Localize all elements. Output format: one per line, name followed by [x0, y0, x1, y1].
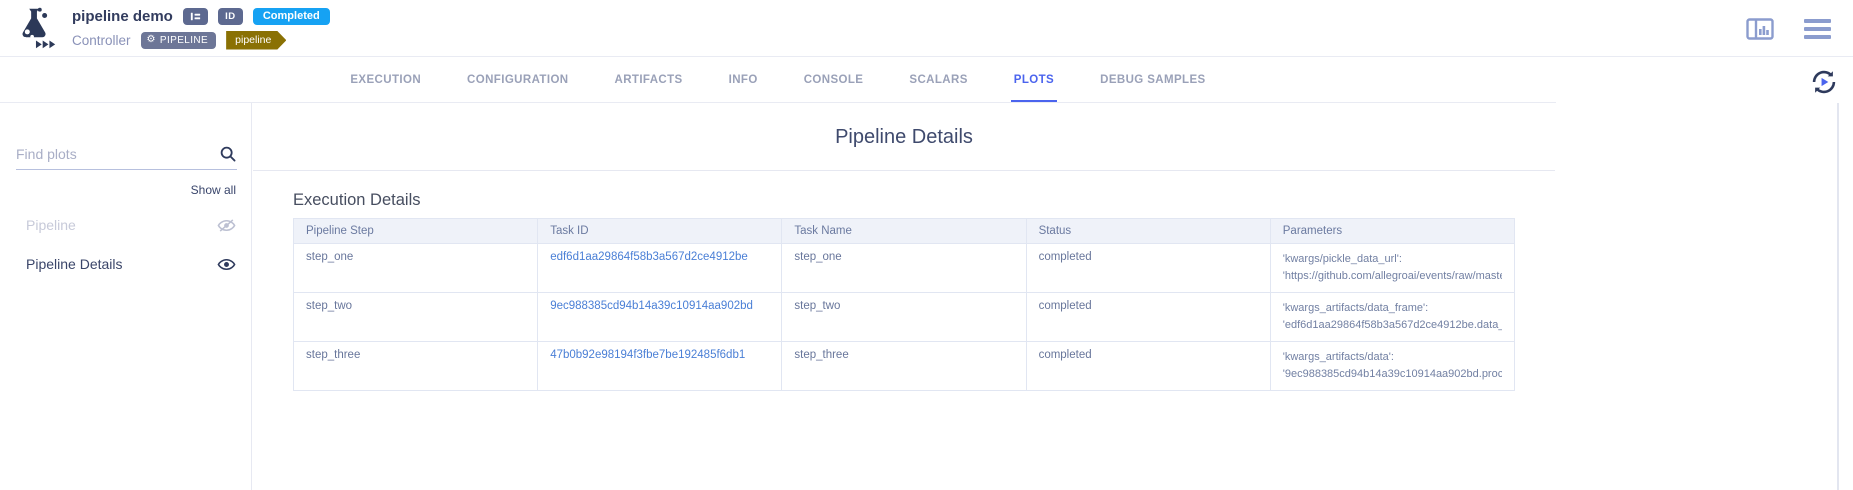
show-all-link[interactable]: Show all	[0, 183, 236, 197]
divider	[253, 170, 1555, 171]
cell-parameters: 'kwargs_artifacts/data_frame': 'edf6d1aa…	[1270, 293, 1514, 342]
col-pipeline-step: Pipeline Step	[294, 219, 538, 244]
sidebar-item-pipeline-details[interactable]: Pipeline Details	[0, 253, 251, 275]
plots-sidebar: Show all Pipeline Pipeline Details	[0, 103, 252, 490]
workers-queues-panel-icon[interactable]	[1746, 18, 1774, 40]
sidebar-item-label: Pipeline	[26, 217, 76, 233]
col-task-id: Task ID	[538, 219, 782, 244]
logo-arrows-icon	[36, 41, 55, 49]
table-header-row: Pipeline Step Task ID Task Name Status P…	[294, 219, 1515, 244]
col-parameters: Parameters	[1270, 219, 1514, 244]
eye-off-icon[interactable]	[217, 218, 236, 233]
top-bar: pipeline demo ID Completed Controller ⚙ …	[0, 0, 1853, 57]
cell-status: completed	[1026, 293, 1270, 342]
task-id-link[interactable]: 9ec988385cd94b14a39c10914aa902bd	[550, 300, 753, 312]
task-id-link[interactable]: 47b0b92e98194f3fbe7be192485f6db1	[550, 349, 745, 361]
plot-search	[16, 145, 237, 170]
plot-title: Pipeline Details	[253, 103, 1555, 149]
search-icon	[219, 145, 237, 163]
description-button[interactable]	[183, 8, 208, 25]
tab-debug-samples[interactable]: DEBUG SAMPLES	[1097, 58, 1209, 102]
tab-plots[interactable]: PLOTS	[1011, 58, 1057, 102]
execution-details-table: Pipeline Step Task ID Task Name Status P…	[293, 218, 1515, 391]
cell-task-name: step_one	[782, 244, 1026, 293]
cell-status: completed	[1026, 244, 1270, 293]
cell-task-name: step_two	[782, 293, 1026, 342]
tab-console[interactable]: CONSOLE	[801, 58, 867, 102]
task-id-link[interactable]: edf6d1aa29864f58b3a567d2ce4912be	[550, 251, 748, 263]
gear-icon: ⚙	[147, 35, 156, 45]
refresh-icon	[1810, 68, 1838, 96]
cell-pipeline-step: step_two	[294, 293, 538, 342]
clearml-logo-icon	[10, 5, 60, 51]
refresh-button[interactable]	[1810, 68, 1838, 96]
cell-parameters: 'kwargs/pickle_data_url': 'https://githu…	[1270, 244, 1514, 293]
sidebar-item-label: Pipeline Details	[26, 256, 123, 272]
controller-label: Controller	[72, 33, 131, 48]
cell-pipeline-step: step_one	[294, 244, 538, 293]
cell-task-name: step_three	[782, 342, 1026, 391]
cell-task-id: 47b0b92e98194f3fbe7be192485f6db1	[538, 342, 782, 391]
id-button[interactable]: ID	[218, 8, 243, 25]
table-row: step_two 9ec988385cd94b14a39c10914aa902b…	[294, 293, 1515, 342]
tab-artifacts[interactable]: ARTIFACTS	[612, 58, 686, 102]
col-status: Status	[1026, 219, 1270, 244]
cell-task-id: edf6d1aa29864f58b3a567d2ce4912be	[538, 244, 782, 293]
cell-pipeline-step: step_three	[294, 342, 538, 391]
table-row: step_one edf6d1aa29864f58b3a567d2ce4912b…	[294, 244, 1515, 293]
tab-info[interactable]: INFO	[726, 58, 761, 102]
cell-parameters: 'kwargs_artifacts/data': '9ec988385cd94b…	[1270, 342, 1514, 391]
execution-details-heading: Execution Details	[293, 191, 1555, 210]
table-row: step_three 47b0b92e98194f3fbe7be192485f6…	[294, 342, 1515, 391]
tabs-bar: EXECUTION CONFIGURATION ARTIFACTS INFO C…	[0, 58, 1556, 103]
scrollbar-track[interactable]	[1837, 103, 1839, 490]
tab-configuration[interactable]: CONFIGURATION	[464, 58, 571, 102]
menu-icon[interactable]	[1804, 19, 1831, 39]
sidebar-item-pipeline[interactable]: Pipeline	[0, 214, 251, 236]
system-tag-pipeline: ⚙ PIPELINE	[141, 32, 217, 49]
cell-task-id: 9ec988385cd94b14a39c10914aa902bd	[538, 293, 782, 342]
description-icon	[189, 10, 202, 23]
pipeline-details-plot: Pipeline Details Execution Details Pipel…	[253, 103, 1555, 391]
cell-status: completed	[1026, 342, 1270, 391]
eye-icon[interactable]	[217, 257, 236, 272]
tab-scalars[interactable]: SCALARS	[906, 58, 970, 102]
status-badge: Completed	[253, 8, 330, 25]
col-task-name: Task Name	[782, 219, 1026, 244]
experiment-title: pipeline demo	[72, 8, 173, 25]
tab-execution[interactable]: EXECUTION	[347, 58, 424, 102]
plots-panel: Pipeline Details Execution Details Pipel…	[253, 103, 1853, 490]
search-input[interactable]	[16, 146, 219, 162]
tag-pipeline: pipeline	[226, 31, 286, 50]
